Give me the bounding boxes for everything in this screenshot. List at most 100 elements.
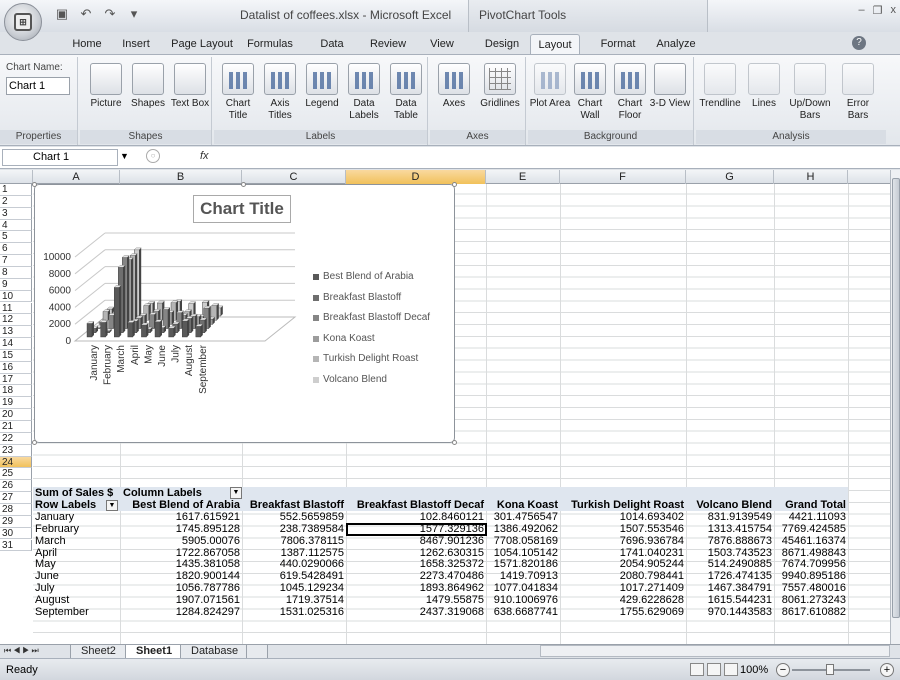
pivot-cell-breakfast-decaf[interactable]: 1658.325372	[346, 558, 484, 570]
tab-layout[interactable]: Layout	[530, 34, 580, 54]
legend-entry[interactable]: Turkish Delight Roast	[313, 353, 430, 374]
help-icon[interactable]: ?	[852, 36, 866, 50]
data-table-button[interactable]: Data Table	[384, 63, 428, 122]
pivot-cell-grand-total[interactable]: 9940.895186	[774, 570, 846, 582]
row-header[interactable]: 24	[0, 456, 32, 469]
axes-button[interactable]: Axes	[432, 63, 476, 110]
vertical-scrollbar[interactable]	[890, 170, 900, 644]
save-icon[interactable]: ▣	[54, 6, 70, 22]
pivot-cell-grand-total[interactable]: 7557.480016	[774, 582, 846, 594]
pivot-cell-breakfast-decaf[interactable]: 2273.470486	[346, 570, 484, 582]
tab-page-layout[interactable]: Page Layout	[166, 34, 238, 54]
office-button[interactable]: ⊞	[4, 3, 42, 41]
pivot-cell-row-label[interactable]: July	[35, 582, 55, 594]
pivot-cell-volcano-blend[interactable]: 1726.474135	[686, 570, 772, 582]
row-header[interactable]: 27	[0, 492, 32, 504]
row-header[interactable]: 20	[0, 409, 32, 421]
row-header[interactable]: 2	[0, 195, 32, 208]
row-header[interactable]: 3	[0, 207, 32, 220]
pivot-cell-breakfast-decaf[interactable]: 1262.630315	[346, 547, 484, 559]
pivot-cell-breakfast-decaf[interactable]: 2437.319068	[346, 606, 484, 618]
legend-entry[interactable]: Kona Koast	[313, 333, 430, 354]
pivot-cell-turkish-delight[interactable]: 1507.553546	[560, 523, 684, 535]
picture-button[interactable]: Picture	[84, 63, 128, 110]
chart-title-button[interactable]: Chart Title	[216, 63, 260, 122]
pivot-cell-grand-total[interactable]: 7674.709956	[774, 558, 846, 570]
pivot-cell-kona-koast[interactable]: 1419.70913	[486, 570, 558, 582]
pivot-cell-breakfast-decaf[interactable]: 8467.901236	[346, 535, 484, 547]
pivot-cell-kona-koast[interactable]: Kona Koast	[486, 499, 558, 511]
sheet-nav-arrows[interactable]: ⏮◀▶⏭	[4, 646, 41, 656]
minimize-icon[interactable]: –	[859, 4, 865, 17]
row-header[interactable]: 17	[0, 373, 32, 386]
pivot-cell-best-blend[interactable]: 1820.900144	[120, 570, 240, 582]
active-cell-d24[interactable]	[346, 523, 487, 536]
pivot-cell-breakfast-blastoff[interactable]: 1531.025316	[242, 606, 344, 618]
shapes-button[interactable]: Shapes	[126, 63, 170, 110]
lines-button[interactable]: Lines	[742, 63, 786, 110]
legend-entry[interactable]: Breakfast Blastoff Decaf	[313, 312, 430, 333]
insert-sheet-icon[interactable]	[246, 645, 268, 659]
row-header[interactable]: 22	[0, 432, 32, 445]
row-header[interactable]: 4	[0, 219, 32, 232]
zoom-out-icon[interactable]: −	[776, 663, 790, 677]
pivot-cell-breakfast-decaf[interactable]: Breakfast Blastoff Decaf	[346, 499, 484, 511]
text-box-button[interactable]: Text Box	[168, 63, 212, 110]
pivot-cell-kona-koast[interactable]: 1077.041834	[486, 582, 558, 594]
pivot-cell-row-label[interactable]: January	[35, 511, 74, 523]
pivot-cell-breakfast-blastoff[interactable]: 619.5428491	[242, 570, 344, 582]
data-labels-button[interactable]: Data Labels	[342, 63, 386, 122]
row-filter-dropdown-icon[interactable]: ▼	[106, 500, 118, 511]
pivot-cell-turkish-delight[interactable]: 1741.040231	[560, 547, 684, 559]
column-header-c[interactable]: C	[242, 170, 346, 184]
pivot-cell-volcano-blend[interactable]: 831.9139549	[686, 511, 772, 523]
sheet-tab-sheet2[interactable]: Sheet2	[70, 645, 127, 659]
column-header-d[interactable]: D	[346, 170, 486, 184]
pivot-cell-kona-koast[interactable]: 1571.820186	[486, 558, 558, 570]
chart-name-input[interactable]: Chart 1	[6, 77, 70, 95]
column-header-g[interactable]: G	[686, 170, 774, 184]
row-header[interactable]: 26	[0, 480, 32, 493]
pivot-cell-breakfast-decaf[interactable]: 1893.864962	[346, 582, 484, 594]
page-break-view-icon[interactable]	[724, 663, 738, 676]
restore-icon[interactable]: ❐	[873, 4, 883, 17]
column-header-b[interactable]: B	[120, 170, 242, 184]
pivot-cell-best-blend[interactable]: 1617.615921	[120, 511, 240, 523]
tab-format[interactable]: Format	[590, 34, 646, 54]
row-header[interactable]: 10	[0, 290, 32, 303]
3d-view-button[interactable]: 3-D View	[648, 63, 692, 110]
pivot-cell-grand-total[interactable]: 45461.16374	[774, 535, 846, 547]
pivot-cell-turkish-delight[interactable]: 1755.629069	[560, 606, 684, 618]
pivot-cell-volcano-blend[interactable]: Volcano Blend	[686, 499, 772, 511]
pivot-cell-breakfast-decaf[interactable]: 1479.55875	[346, 594, 484, 606]
tab-insert[interactable]: Insert	[114, 34, 158, 54]
pivot-cell-volcano-blend[interactable]: 7876.888673	[686, 535, 772, 547]
page-layout-view-icon[interactable]	[707, 663, 721, 676]
pivot-cell-best-blend[interactable]: 1435.381058	[120, 558, 240, 570]
chart-plot-area[interactable]: 10000 8000 6000 4000 2000 0 January February Mar…	[35, 185, 305, 435]
pivot-cell-best-blend[interactable]: 1907.071561	[120, 594, 240, 606]
name-box[interactable]: Chart 1	[2, 149, 118, 166]
pivot-cell-turkish-delight[interactable]: 2054.905244	[560, 558, 684, 570]
pivot-cell-kona-koast[interactable]: 910.1006976	[486, 594, 558, 606]
resize-handle[interactable]	[452, 182, 457, 187]
chart-legend[interactable]: Best Blend of Arabia Breakfast Blastoff Br…	[313, 271, 430, 394]
pivot-cell-kona-koast[interactable]: 301.4756547	[486, 511, 558, 523]
row-header[interactable]: 14	[0, 338, 32, 350]
row-header[interactable]: 25	[0, 468, 32, 481]
column-header-a[interactable]: A	[33, 170, 120, 184]
pivot-cell-row-label[interactable]: September	[35, 606, 89, 618]
row-header[interactable]: 9	[0, 278, 32, 291]
pivot-cell-volcano-blend[interactable]: 514.2490885	[686, 558, 772, 570]
tab-review[interactable]: Review	[362, 34, 414, 54]
row-header[interactable]: 5	[0, 231, 32, 244]
resize-handle[interactable]	[452, 440, 457, 445]
pivot-cell-volcano-blend[interactable]: 970.1443583	[686, 606, 772, 618]
horizontal-scrollbar[interactable]	[540, 645, 890, 657]
pivot-cell-row-label[interactable]: Row Labels	[35, 499, 96, 511]
legend-entry[interactable]: Best Blend of Arabia	[313, 271, 430, 292]
column-header-h[interactable]: H	[774, 170, 848, 184]
resize-handle[interactable]	[32, 440, 37, 445]
column-header-e[interactable]: E	[486, 170, 560, 184]
legend-entry[interactable]: Volcano Blend	[313, 374, 430, 395]
